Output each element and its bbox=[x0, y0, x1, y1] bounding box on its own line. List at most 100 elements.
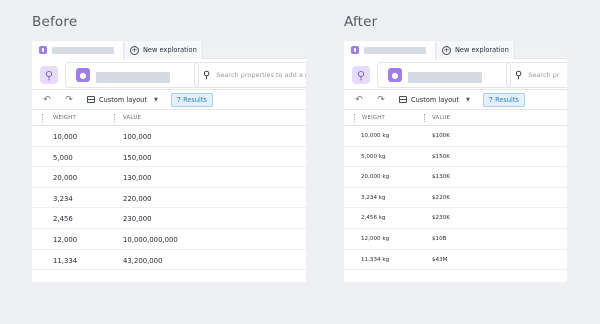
magnifier-icon[interactable]: ⚲ bbox=[40, 66, 58, 84]
column-resize-handle[interactable] bbox=[42, 114, 43, 122]
column-header-value[interactable]: VALUE bbox=[432, 115, 450, 121]
results-count-button[interactable]: 7 Results bbox=[482, 92, 525, 107]
table-row[interactable]: 20,000 kg $130K bbox=[344, 167, 567, 188]
column-resize-handle[interactable] bbox=[114, 114, 115, 122]
weight-cell: 2,456 bbox=[53, 215, 73, 224]
search-placeholder: Search properties to add a c bbox=[216, 71, 306, 79]
weight-cell: 10,000 kg bbox=[361, 133, 390, 139]
table-header: WEIGHT VALUE bbox=[32, 111, 306, 126]
tab-title-placeholder bbox=[52, 47, 114, 54]
dataset-icon bbox=[39, 46, 47, 54]
plus-circle-icon: + bbox=[442, 45, 451, 55]
weight-cell: 11,334 kg bbox=[361, 256, 390, 263]
tab-current[interactable] bbox=[32, 41, 124, 59]
table-row[interactable]: 11,334 kg $43M bbox=[344, 250, 567, 271]
scope-name-placeholder bbox=[96, 72, 170, 83]
toolbar: ↶ ↷ Custom layout ▼ 7 Results bbox=[32, 90, 306, 110]
tab-bar: + New exploration bbox=[344, 41, 567, 59]
drop-icon: ● bbox=[388, 68, 402, 82]
table-row[interactable]: 12,000 10,000,000,000 bbox=[32, 229, 306, 250]
table-row[interactable]: 2,456 kg $230K bbox=[344, 208, 567, 229]
scope-selector[interactable]: ● bbox=[377, 62, 511, 88]
layout-icon bbox=[87, 96, 95, 103]
tab-bar: + New exploration bbox=[32, 41, 306, 59]
weight-cell: 12,000 kg bbox=[361, 235, 390, 242]
results-count-button[interactable]: 7 Results bbox=[170, 92, 213, 107]
new-tab-label: New exploration bbox=[455, 46, 509, 54]
value-cell: 100,000 bbox=[123, 133, 152, 141]
value-cell: $230K bbox=[432, 215, 450, 222]
table-row[interactable]: 10,000 100,000 bbox=[32, 126, 306, 147]
search-icon: ⚲ bbox=[515, 69, 523, 81]
scope-name-placeholder bbox=[408, 72, 482, 83]
table-row[interactable]: 11,334 43,200,000 bbox=[32, 250, 306, 271]
before-heading: Before bbox=[32, 14, 78, 30]
column-resize-handle[interactable] bbox=[354, 114, 355, 122]
table-row[interactable]: 10,000 kg $100K bbox=[344, 126, 567, 147]
redo-icon[interactable]: ↷ bbox=[63, 95, 75, 105]
magnifier-icon[interactable]: ⚲ bbox=[352, 66, 370, 84]
weight-cell: 5,000 bbox=[53, 153, 73, 162]
value-cell: $100K bbox=[432, 133, 450, 139]
value-cell: $150K bbox=[432, 153, 450, 160]
layout-label: Custom layout bbox=[411, 95, 459, 104]
table-header: WEIGHT VALUE bbox=[344, 111, 567, 126]
weight-cell: 11,334 bbox=[53, 256, 78, 265]
search-row: ⚲ ● ⚲ Search properties to add a c bbox=[32, 59, 306, 90]
tab-new-exploration[interactable]: + New exploration bbox=[125, 41, 203, 59]
tab-new-exploration[interactable]: + New exploration bbox=[437, 41, 515, 59]
weight-cell: 5,000 kg bbox=[361, 153, 386, 160]
value-cell: 230,000 bbox=[123, 215, 152, 224]
column-header-weight[interactable]: WEIGHT bbox=[362, 115, 385, 121]
table-row[interactable]: 20,000 130,000 bbox=[32, 167, 306, 188]
layout-icon bbox=[399, 96, 407, 103]
search-placeholder: Search pr bbox=[528, 71, 560, 79]
column-resize-handle[interactable] bbox=[424, 114, 425, 122]
table-row[interactable]: 5,000 kg $150K bbox=[344, 147, 567, 168]
search-input[interactable]: ⚲ Search properties to add a c bbox=[194, 62, 306, 88]
drop-icon: ● bbox=[76, 68, 90, 82]
scope-selector[interactable]: ● bbox=[65, 62, 199, 88]
weight-cell: 10,000 bbox=[53, 133, 78, 141]
search-row: ⚲ ● ⚲ Search pr bbox=[344, 59, 567, 90]
weight-cell: 20,000 kg bbox=[361, 174, 390, 181]
table-row[interactable]: 5,000 150,000 bbox=[32, 147, 306, 168]
layout-dropdown[interactable]: Custom layout ▼ bbox=[87, 96, 158, 104]
layout-label: Custom layout bbox=[99, 95, 147, 104]
table-row[interactable]: 3,234 220,000 bbox=[32, 188, 306, 209]
value-cell: $220K bbox=[432, 194, 450, 201]
tab-title-placeholder bbox=[364, 47, 426, 54]
search-input[interactable]: ⚲ Search pr bbox=[506, 62, 567, 88]
plus-circle-icon: + bbox=[130, 45, 139, 55]
weight-cell: 20,000 bbox=[53, 174, 78, 183]
layout-dropdown[interactable]: Custom layout ▼ bbox=[399, 96, 470, 104]
undo-icon[interactable]: ↶ bbox=[41, 95, 53, 105]
caret-down-icon: ▼ bbox=[153, 96, 158, 103]
table-row[interactable]: 3,234 kg $220K bbox=[344, 188, 567, 209]
search-icon: ⚲ bbox=[203, 69, 211, 81]
redo-icon[interactable]: ↷ bbox=[375, 95, 387, 105]
after-heading: After bbox=[344, 14, 378, 30]
caret-down-icon: ▼ bbox=[465, 96, 470, 103]
undo-icon[interactable]: ↶ bbox=[353, 95, 365, 105]
table-body: 10,000 100,000 5,000 150,000 20,000 130,000 3,… bbox=[32, 126, 306, 271]
value-cell: 150,000 bbox=[123, 153, 152, 162]
value-cell: 10,000,000,000 bbox=[123, 235, 178, 244]
toolbar: ↶ ↷ Custom layout ▼ 7 Results bbox=[344, 90, 567, 110]
value-cell: 43,200,000 bbox=[123, 256, 163, 265]
value-cell: 130,000 bbox=[123, 174, 152, 183]
after-panel: + New exploration ⚲ ● ⚲ Search pr ↶ ↷ Cu… bbox=[344, 41, 567, 282]
before-panel: + New exploration ⚲ ● ⚲ Search propertie… bbox=[32, 41, 306, 282]
weight-cell: 3,234 bbox=[53, 194, 73, 203]
value-cell: $43M bbox=[432, 256, 448, 263]
column-header-value[interactable]: VALUE bbox=[123, 115, 141, 121]
weight-cell: 3,234 kg bbox=[361, 194, 386, 201]
table-body: 10,000 kg $100K 5,000 kg $150K 20,000 kg $130… bbox=[344, 126, 567, 271]
table-row[interactable]: 12,000 kg $10B bbox=[344, 229, 567, 250]
new-tab-label: New exploration bbox=[143, 46, 197, 54]
column-header-weight[interactable]: WEIGHT bbox=[53, 115, 76, 121]
tab-current[interactable] bbox=[344, 41, 436, 59]
dataset-icon bbox=[351, 46, 359, 54]
value-cell: $10B bbox=[432, 235, 447, 242]
table-row[interactable]: 2,456 230,000 bbox=[32, 208, 306, 229]
